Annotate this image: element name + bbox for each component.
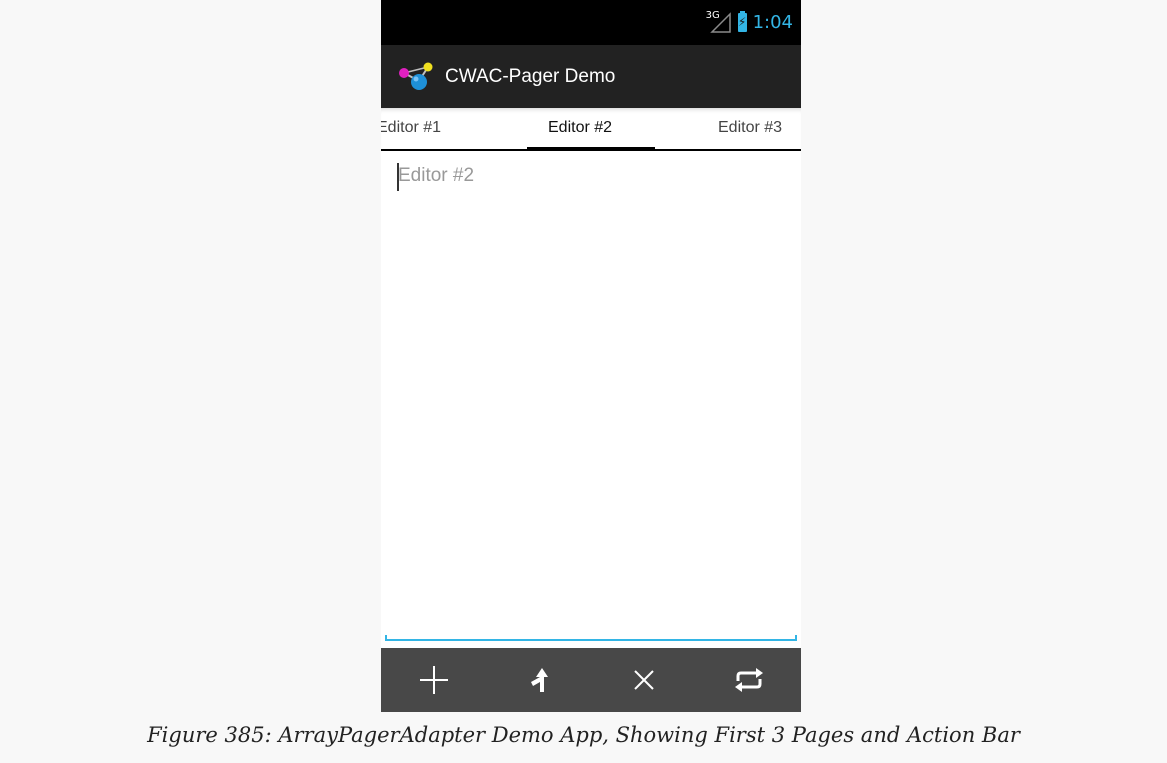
split-button[interactable]	[486, 648, 591, 712]
action-bar: CWAC-Pager Demo	[381, 45, 801, 108]
tab-editor-2[interactable]: Editor #2	[548, 119, 612, 137]
add-icon	[419, 666, 448, 694]
remove-button[interactable]	[591, 648, 696, 712]
add-button[interactable]	[381, 648, 486, 712]
battery-icon: ⚡	[737, 11, 747, 32]
remove-icon	[633, 670, 654, 690]
tab-editor-1[interactable]: Editor #1	[381, 119, 441, 137]
split-icon	[530, 668, 548, 692]
split-action-bar	[381, 648, 801, 712]
page: 3G ⚡ 1:04 CWAC-Pager Demo Editor #1 Edit…	[0, 0, 1167, 763]
editor-placeholder: Editor #2	[398, 165, 475, 186]
status-bar: 3G ⚡ 1:04	[381, 0, 801, 45]
signal-icon: 3G	[705, 9, 732, 34]
cwac-molecule-icon[interactable]	[397, 57, 437, 97]
tab-editor-3[interactable]: Editor #3	[718, 119, 782, 137]
swap-button[interactable]	[696, 648, 801, 712]
swap-icon	[734, 668, 763, 692]
editor-field[interactable]: Editor #2	[381, 151, 801, 648]
network-type: 3G	[705, 9, 720, 21]
editor-underline	[385, 635, 797, 641]
status-indicators: 3G ⚡ 1:04	[706, 0, 793, 45]
tab-strip: Editor #1 Editor #2 Editor #3	[381, 108, 801, 151]
status-time: 1:04	[752, 12, 793, 33]
phone-screen: 3G ⚡ 1:04 CWAC-Pager Demo Editor #1 Edit…	[381, 0, 801, 712]
app-title: CWAC-Pager Demo	[445, 65, 616, 87]
figure-caption: Figure 385: ArrayPagerAdapter Demo App, …	[147, 723, 1020, 747]
